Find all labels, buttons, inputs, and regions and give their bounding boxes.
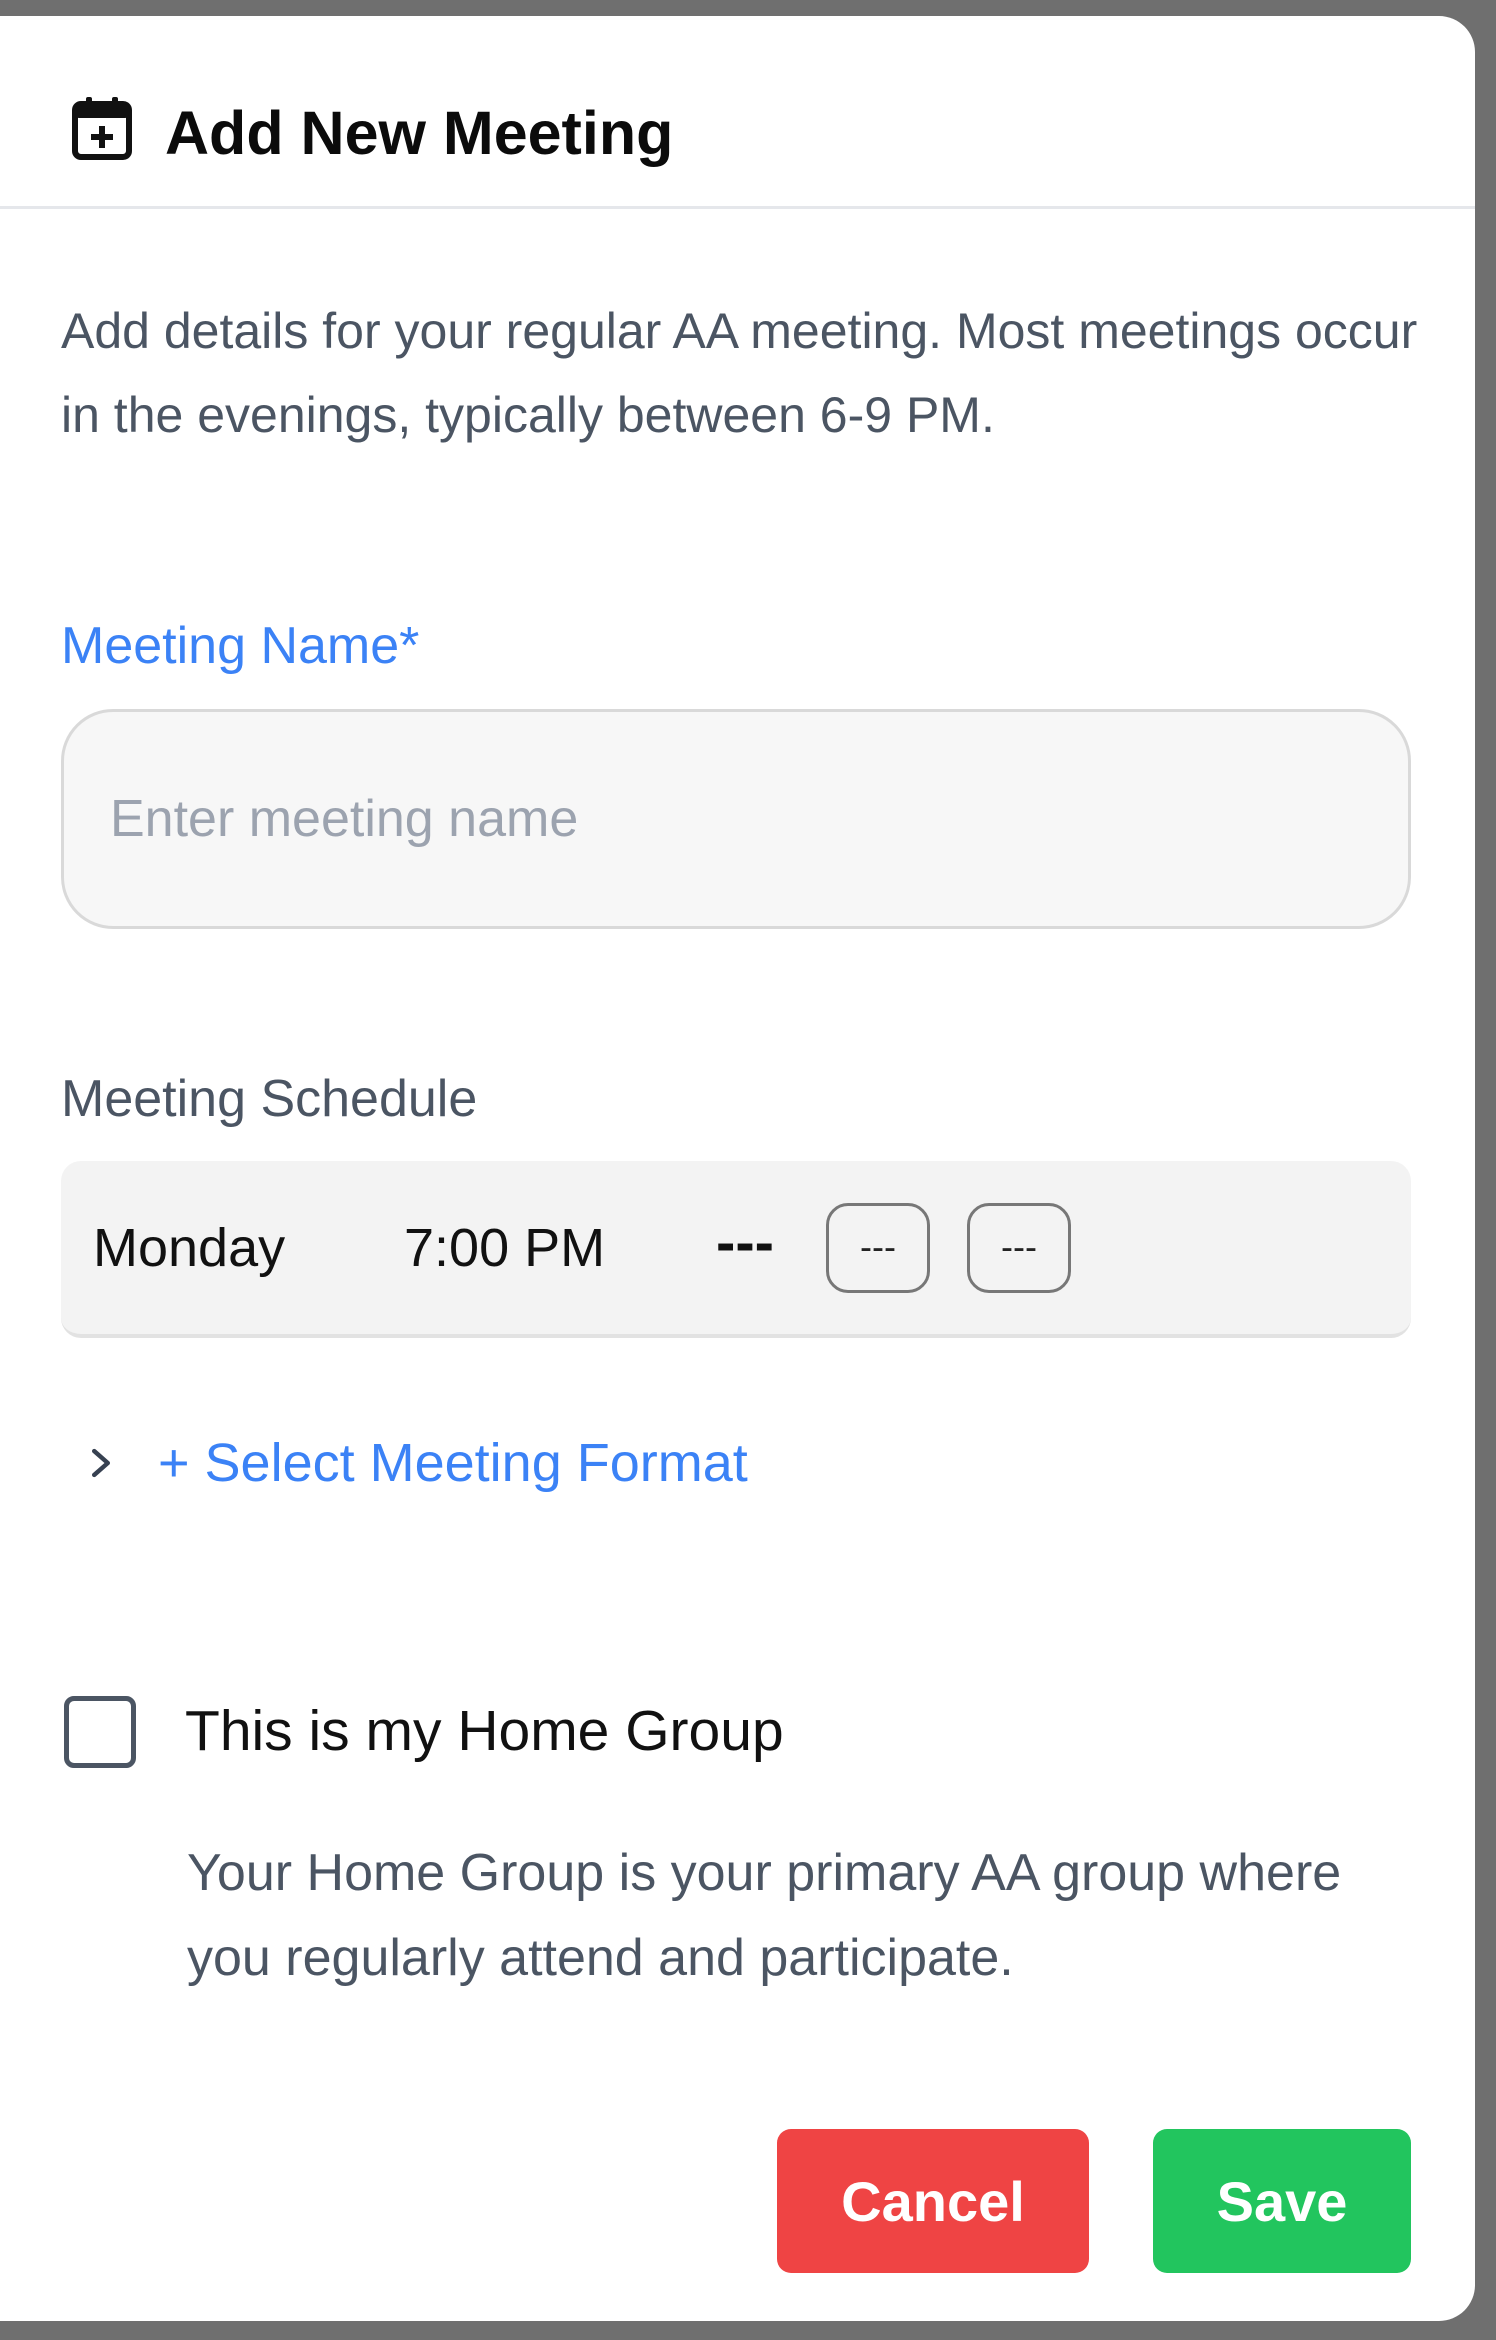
schedule-row[interactable]: Monday 7:00 PM --- --- --- xyxy=(61,1161,1411,1338)
meeting-schedule-label: Meeting Schedule xyxy=(61,1070,478,1128)
select-meeting-format-label[interactable]: + Select Meeting Format xyxy=(158,1432,748,1494)
home-group-label[interactable]: This is my Home Group xyxy=(185,1698,784,1764)
home-group-checkbox[interactable] xyxy=(64,1696,136,1768)
dialog-title: Add New Meeting xyxy=(165,99,674,167)
cancel-button[interactable]: Cancel xyxy=(777,2129,1089,2273)
dialog-description: Add details for your regular AA meeting.… xyxy=(61,303,1418,443)
schedule-day[interactable]: Monday xyxy=(93,1217,285,1279)
save-button[interactable]: Save xyxy=(1153,2129,1411,2273)
meeting-name-label: Meeting Name* xyxy=(61,617,420,675)
schedule-separator: --- xyxy=(716,1210,774,1275)
home-group-description: Your Home Group is your primary AA group… xyxy=(187,1844,1342,1987)
meeting-name-input[interactable] xyxy=(61,709,1411,929)
calendar-plus-icon xyxy=(72,97,132,160)
schedule-option-button-1[interactable]: --- xyxy=(826,1203,930,1293)
chevron-right-icon xyxy=(91,1448,111,1478)
dialog-header: Add New Meeting xyxy=(0,16,1475,209)
schedule-option-button-2[interactable]: --- xyxy=(967,1203,1071,1293)
select-meeting-format[interactable]: + Select Meeting Format xyxy=(84,1428,748,1498)
add-meeting-dialog: Add New Meeting Add details for your reg… xyxy=(0,16,1475,2321)
schedule-time[interactable]: 7:00 PM xyxy=(404,1217,605,1279)
